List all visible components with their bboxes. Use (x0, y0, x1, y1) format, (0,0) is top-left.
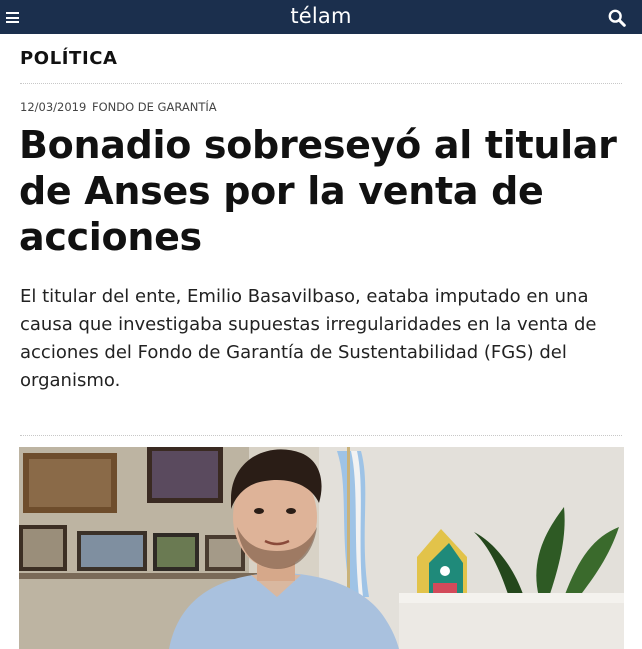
search-icon[interactable] (608, 9, 626, 27)
article-photo[interactable] (19, 447, 624, 649)
section-label[interactable]: POLÍTICA (20, 48, 118, 69)
article-headline: Bonadio sobreseyó al titular de Anses po… (19, 123, 617, 259)
article-meta: 12/03/2019 FONDO DE GARANTÍA (20, 100, 217, 114)
article-lead: El titular del ente, Emilio Basavilbaso,… (20, 286, 597, 391)
section-divider (20, 83, 622, 84)
site-logo[interactable]: télam (0, 4, 642, 28)
article-date: 12/03/2019 (20, 100, 87, 114)
article-tag[interactable]: FONDO DE GARANTÍA (92, 100, 217, 114)
lead-divider (20, 435, 622, 436)
top-navigation-bar: télam (0, 0, 642, 34)
